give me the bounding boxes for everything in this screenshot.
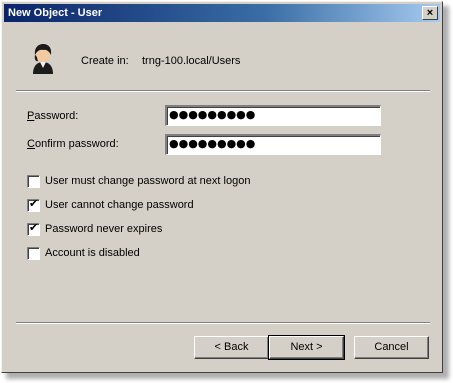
confirm-password-label: Confirm password: [27, 138, 119, 150]
create-in-path: trng-100.local/Users [142, 55, 241, 67]
checkbox[interactable]: ✔ [27, 221, 40, 236]
dialog-window: New Object - User × Create in: trng-100.… [1, 1, 443, 373]
confirm-label-text: onfirm password: [34, 138, 119, 150]
option-account-disabled[interactable]: Account is disabled [27, 246, 140, 260]
close-icon: × [426, 7, 434, 19]
password-input[interactable]: ●●●●●●●●● [165, 105, 381, 126]
password-label: Password: [27, 110, 79, 122]
option-label: User cannot change password [45, 199, 194, 211]
option-label: Password never expires [45, 223, 163, 235]
title-bar[interactable]: New Object - User × [4, 4, 440, 22]
confirm-password-input[interactable]: ●●●●●●●●● [165, 134, 381, 155]
separator [16, 90, 430, 92]
option-label: Account is disabled [45, 247, 140, 259]
close-button[interactable]: × [422, 6, 438, 20]
option-cannot-change-password[interactable]: ✔ User cannot change password [27, 198, 194, 212]
option-must-change-password[interactable]: User must change password at next logon [27, 174, 250, 188]
check-icon: ✔ [29, 221, 39, 234]
cancel-button[interactable]: Cancel [354, 336, 429, 359]
next-button[interactable]: Next > [268, 335, 345, 360]
create-in-label: Create in: [81, 55, 129, 67]
option-label: User must change password at next logon [45, 175, 251, 187]
back-button[interactable]: < Back [194, 336, 269, 359]
check-icon: ✔ [29, 197, 39, 210]
option-password-never-expires[interactable]: ✔ Password never expires [27, 222, 162, 236]
password-label-text: assword: [34, 110, 79, 122]
separator [16, 322, 430, 324]
checkbox[interactable] [27, 174, 40, 188]
checkbox[interactable]: ✔ [27, 197, 40, 212]
checkbox[interactable] [27, 246, 40, 260]
user-icon [33, 44, 53, 74]
window-title: New Object - User [8, 7, 103, 19]
